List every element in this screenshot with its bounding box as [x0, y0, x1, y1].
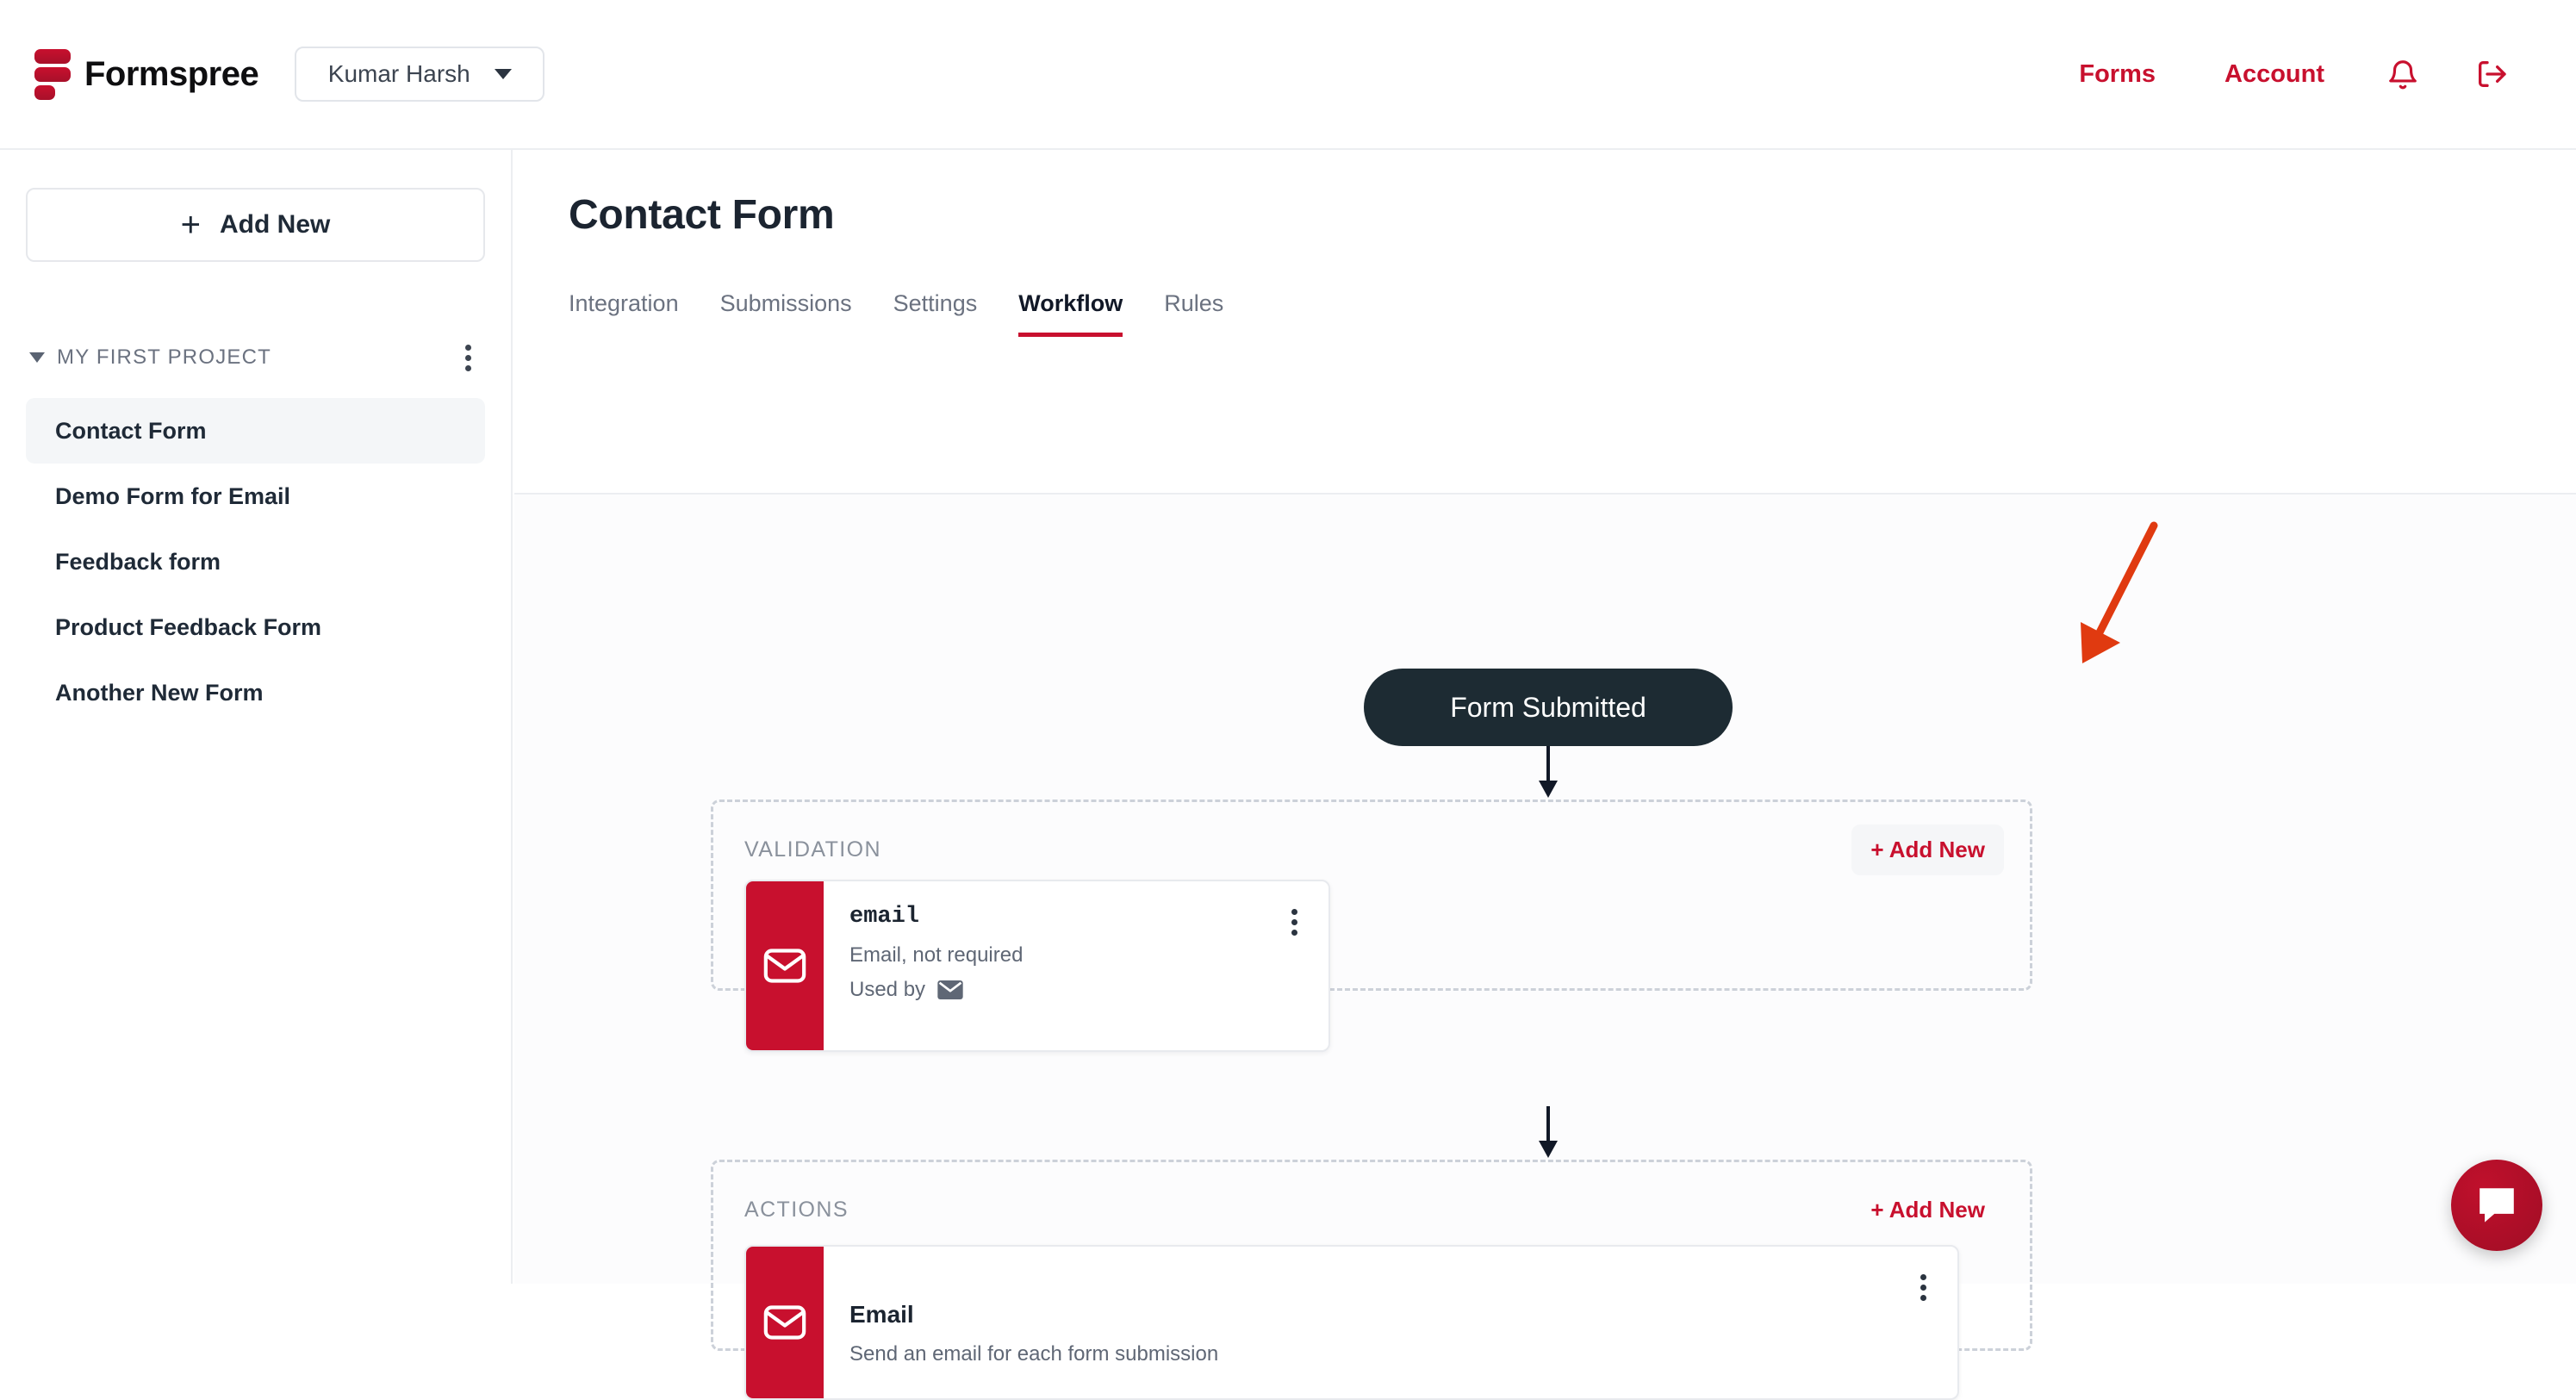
- sidebar-item-label: Contact Form: [55, 418, 207, 445]
- tab-workflow[interactable]: Workflow: [1018, 290, 1123, 337]
- card-body: email Email, not required Used by: [824, 881, 1328, 1050]
- sidebar: + Add New MY FIRST PROJECT Contact Form …: [0, 150, 513, 1284]
- action-card-menu-button[interactable]: [1912, 1267, 1935, 1308]
- validation-card-menu-button[interactable]: [1283, 902, 1306, 943]
- validation-add-new-button[interactable]: + Add New: [1851, 824, 2004, 875]
- sidebar-item-another-new-form[interactable]: Another New Form: [26, 660, 485, 725]
- envelope-outline-icon: [761, 1298, 809, 1347]
- used-by-label: Used by: [849, 978, 925, 1002]
- header-nav: Forms Account: [2044, 57, 2536, 91]
- project-name: MY FIRST PROJECT: [57, 345, 271, 370]
- card-title: Email: [849, 1301, 1932, 1328]
- brand: Formspree: [34, 49, 258, 99]
- brand-name: Formspree: [84, 55, 258, 94]
- project-menu-button[interactable]: [455, 338, 482, 378]
- main-content: Contact Form Integration Submissions Set…: [514, 150, 2576, 1284]
- section-header: ACTIONS + Add New: [744, 1185, 2004, 1235]
- plus-icon: +: [181, 208, 201, 242]
- chevron-down-icon: [495, 69, 512, 79]
- card-body: Email Send an email for each form submis…: [824, 1247, 1957, 1398]
- envelope-filled-icon: [937, 980, 963, 999]
- triangle-down-icon[interactable]: [29, 352, 45, 363]
- sidebar-item-feedback-form[interactable]: Feedback form: [26, 529, 485, 594]
- tab-bar: Integration Submissions Settings Workflo…: [569, 283, 2576, 337]
- section-title: ACTIONS: [744, 1198, 849, 1223]
- card-subtitle: Email, not required: [849, 943, 1303, 968]
- sidebar-item-demo-form-for-email[interactable]: Demo Form for Email: [26, 464, 485, 529]
- workflow-canvas: Form Submitted VALIDATION + Add New emai…: [514, 495, 2576, 1284]
- sidebar-add-new-button[interactable]: + Add New: [26, 188, 485, 262]
- sidebar-add-new-label: Add New: [220, 210, 330, 240]
- chat-widget-button[interactable]: [2451, 1160, 2542, 1251]
- tab-rules[interactable]: Rules: [1164, 290, 1223, 337]
- nav-forms[interactable]: Forms: [2044, 60, 2190, 89]
- card-icon-strip: [746, 881, 824, 1050]
- bell-icon: [2386, 57, 2419, 91]
- sidebar-item-contact-form[interactable]: Contact Form: [26, 398, 485, 464]
- account-switcher-label: Kumar Harsh: [328, 60, 470, 88]
- card-subtitle: Send an email for each form submission: [849, 1342, 1932, 1366]
- actions-add-new-button[interactable]: + Add New: [1851, 1185, 2004, 1235]
- form-list: Contact Form Demo Form for Email Feedbac…: [26, 398, 485, 725]
- account-switcher[interactable]: Kumar Harsh: [295, 47, 544, 102]
- app-header: Formspree Kumar Harsh Forms Account: [0, 0, 2576, 150]
- tab-submissions[interactable]: Submissions: [720, 290, 852, 337]
- formspree-logo-icon: [34, 49, 71, 99]
- page-title: Contact Form: [569, 191, 2576, 239]
- action-card-email[interactable]: Email Send an email for each form submis…: [744, 1245, 1959, 1400]
- connector-arrow-trigger-to-validation: [1536, 746, 1560, 800]
- card-icon-strip: [746, 1247, 824, 1398]
- sidebar-item-label: Product Feedback Form: [55, 614, 321, 641]
- workflow-trigger-label: Form Submitted: [1450, 692, 1646, 724]
- card-used-by: Used by: [849, 978, 1303, 1002]
- sidebar-item-label: Another New Form: [55, 680, 264, 706]
- section-header: VALIDATION + Add New: [744, 824, 2004, 875]
- validation-card-email[interactable]: email Email, not required Used by: [744, 880, 1330, 1052]
- notifications-button[interactable]: [2359, 57, 2447, 91]
- sidebar-item-label: Demo Form for Email: [55, 483, 290, 510]
- card-title: email: [849, 904, 1303, 930]
- chat-bubble-icon: [2473, 1182, 2520, 1229]
- logout-button[interactable]: [2447, 57, 2536, 91]
- sidebar-item-label: Feedback form: [55, 549, 221, 576]
- envelope-outline-icon: [761, 942, 809, 990]
- workflow-section-validation: VALIDATION + Add New email Email, not re…: [711, 800, 2032, 991]
- connector-arrow-validation-to-actions: [1536, 1106, 1560, 1160]
- project-header: MY FIRST PROJECT: [26, 339, 485, 376]
- sidebar-item-product-feedback-form[interactable]: Product Feedback Form: [26, 594, 485, 660]
- nav-account[interactable]: Account: [2190, 60, 2359, 89]
- tab-integration[interactable]: Integration: [569, 290, 679, 337]
- section-title: VALIDATION: [744, 837, 881, 862]
- tab-settings[interactable]: Settings: [893, 290, 978, 337]
- workflow-section-actions: ACTIONS + Add New Email Send an email fo…: [711, 1160, 2032, 1351]
- workflow-trigger-node[interactable]: Form Submitted: [1364, 669, 1733, 746]
- logout-icon: [2474, 57, 2509, 91]
